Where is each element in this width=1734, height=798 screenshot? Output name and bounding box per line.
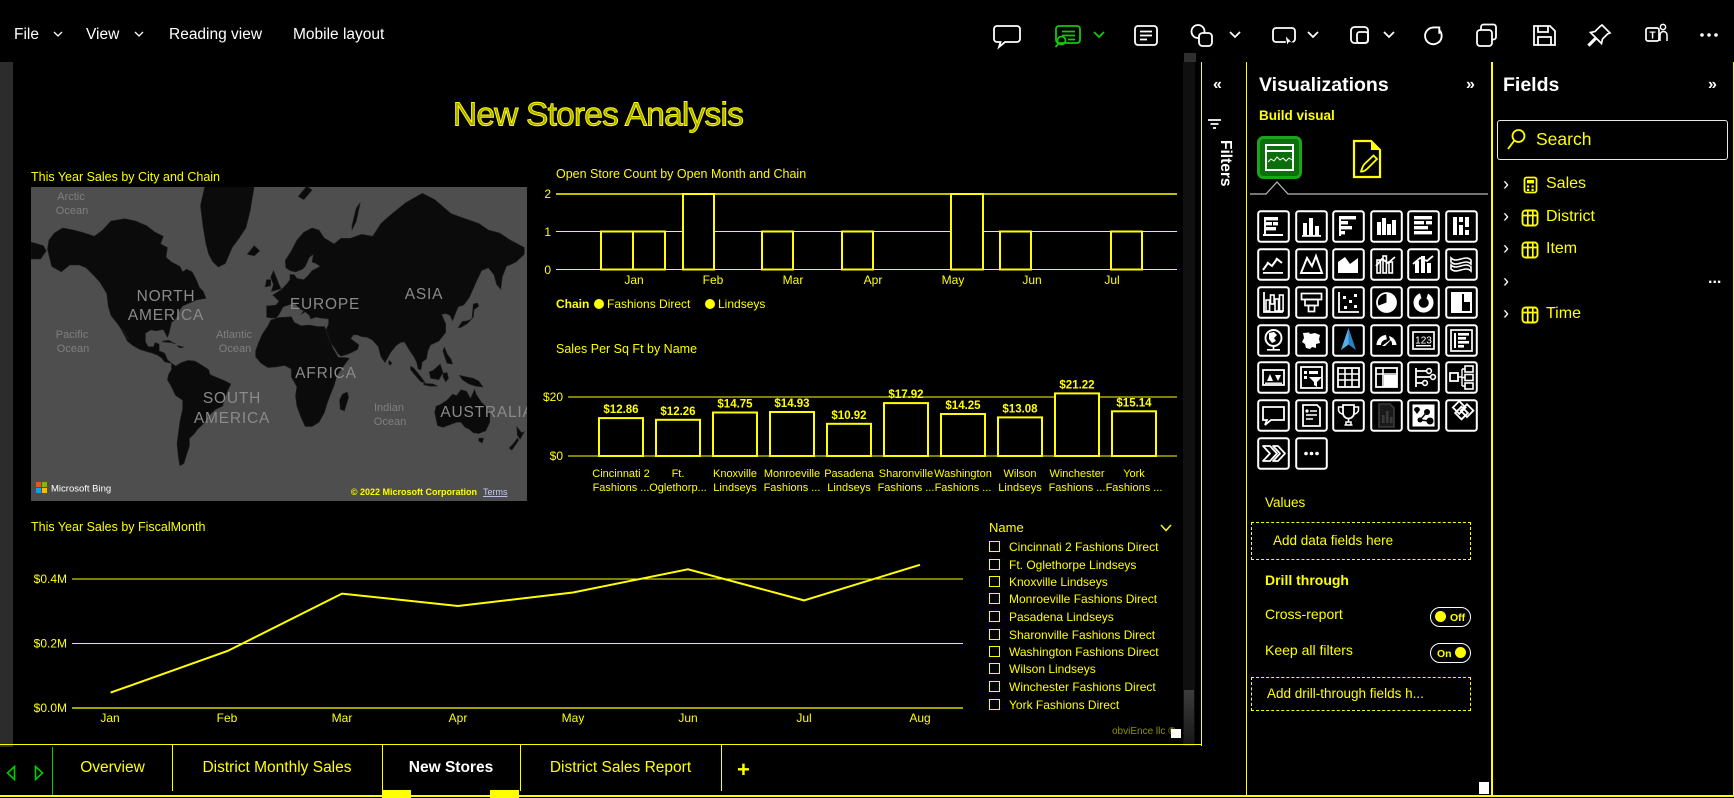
svg-text:Lindseys: Lindseys (827, 482, 871, 494)
svg-text:AFRICA: AFRICA (295, 365, 357, 382)
svg-text:Fashions ...: Fashions ... (593, 482, 650, 494)
svg-text:Feb: Feb (217, 711, 238, 725)
svg-text:Fashions ...: Fashions ... (1049, 482, 1106, 494)
svg-text:$15.14: $15.14 (1116, 397, 1152, 409)
svg-text:May: May (562, 711, 585, 725)
svg-text:AMERICA: AMERICA (194, 410, 270, 427)
svg-text:$14.93: $14.93 (774, 398, 809, 410)
svg-text:Pacific: Pacific (56, 329, 89, 341)
svg-text:Jun: Jun (678, 711, 697, 725)
svg-text:Terms: Terms (483, 487, 508, 497)
svg-text:Mar: Mar (783, 273, 804, 287)
svg-text:Mar: Mar (332, 711, 353, 725)
svg-text:Ft.: Ft. (672, 468, 685, 480)
svg-text:Indian: Indian (374, 402, 404, 414)
svg-text:Arctic: Arctic (57, 191, 85, 203)
svg-text:ASIA: ASIA (405, 286, 444, 303)
svg-text:T: T (1649, 31, 1655, 42)
svg-text:Pasadena: Pasadena (824, 468, 874, 480)
svg-text:Wilson: Wilson (1003, 468, 1036, 480)
svg-text:Fashions Direct: Fashions Direct (607, 297, 691, 311)
svg-text:York: York (1123, 468, 1145, 480)
svg-text:$0: $0 (550, 449, 564, 463)
svg-text:Knoxville: Knoxville (713, 468, 757, 480)
svg-text:Jun: Jun (1022, 273, 1041, 287)
svg-text:$14.25: $14.25 (945, 400, 981, 412)
svg-text:Jul: Jul (796, 711, 811, 725)
svg-text:Fashions ...: Fashions ... (764, 482, 821, 494)
svg-text:Lindseys: Lindseys (713, 482, 757, 494)
svg-text:$21.22: $21.22 (1059, 379, 1094, 391)
svg-text:Aug: Aug (909, 711, 930, 725)
svg-text:Ocean: Ocean (57, 343, 89, 355)
svg-text:Lindseys: Lindseys (718, 297, 765, 311)
svg-text:Ocean: Ocean (56, 205, 88, 217)
svg-text:Apr: Apr (449, 711, 468, 725)
svg-text:AUSTRALIA: AUSTRALIA (440, 404, 527, 421)
svg-text:Jul: Jul (1104, 273, 1119, 287)
svg-text:Sharonville: Sharonville (879, 468, 933, 480)
svg-text:$12.86: $12.86 (603, 404, 638, 416)
svg-text:Chain: Chain (556, 297, 589, 311)
svg-text:Ocean: Ocean (219, 343, 251, 355)
svg-text:EUROPE: EUROPE (290, 296, 360, 313)
svg-text:Jan: Jan (100, 711, 119, 725)
svg-text:Fashions ...: Fashions ... (935, 482, 992, 494)
svg-text:SOUTH: SOUTH (203, 390, 261, 407)
svg-text:Ocean: Ocean (374, 416, 406, 428)
svg-text:$13.08: $13.08 (1002, 403, 1038, 415)
svg-text:Washington: Washington (934, 468, 992, 480)
svg-text:Sales Per Sq Ft by Name: Sales Per Sq Ft by Name (556, 342, 697, 356)
svg-text:Fashions ...: Fashions ... (1106, 482, 1163, 494)
svg-text:Monroeville: Monroeville (764, 468, 820, 480)
svg-text:Lindseys: Lindseys (998, 482, 1042, 494)
svg-text:AMERICA: AMERICA (128, 307, 204, 324)
svg-text:© 2022 Microsoft Corporation: © 2022 Microsoft Corporation (351, 487, 477, 497)
svg-text:$17.92: $17.92 (888, 389, 923, 401)
svg-text:$20: $20 (543, 390, 563, 404)
svg-text:Feb: Feb (703, 273, 724, 287)
svg-text:Microsoft Bing: Microsoft Bing (51, 484, 111, 495)
svg-text:123: 123 (1415, 336, 1432, 347)
svg-text:$0.2M: $0.2M (34, 637, 67, 651)
svg-text:New Stores Analysis: New Stores Analysis (453, 97, 743, 134)
svg-text:$12.26: $12.26 (660, 406, 695, 418)
svg-text:Apr: Apr (864, 273, 883, 287)
svg-text:1: 1 (544, 225, 551, 239)
svg-text:$0.0M: $0.0M (34, 701, 67, 715)
svg-text:$0.4M: $0.4M (34, 572, 67, 586)
svg-text:NORTH: NORTH (137, 288, 196, 305)
svg-text:Cincinnati 2: Cincinnati 2 (592, 468, 649, 480)
svg-text:May: May (942, 273, 965, 287)
svg-text:0: 0 (544, 263, 551, 277)
svg-text:Atlantic: Atlantic (216, 329, 253, 341)
svg-text:Jan: Jan (624, 273, 643, 287)
svg-text:Fashions ...: Fashions ... (878, 482, 935, 494)
svg-text:This Year Sales by FiscalMonth: This Year Sales by FiscalMonth (31, 520, 205, 534)
svg-text:Winchester: Winchester (1049, 468, 1104, 480)
svg-text:$10.92: $10.92 (831, 410, 866, 422)
svg-text:$14.75: $14.75 (717, 399, 753, 411)
svg-text:Oglethorp...: Oglethorp... (649, 482, 706, 494)
svg-text:2: 2 (544, 187, 551, 201)
